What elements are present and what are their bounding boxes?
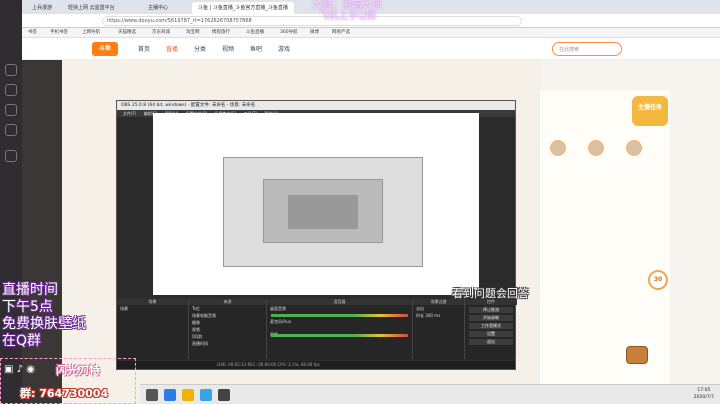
- menu-file[interactable]: 文件(F): [123, 111, 136, 116]
- nav-live[interactable]: 直播: [166, 44, 178, 53]
- source-item[interactable]: 场景电脑音频: [189, 312, 266, 319]
- nav-yuba[interactable]: 鱼吧: [250, 44, 262, 53]
- transition-select[interactable]: 淡出: [413, 305, 464, 312]
- search-placeholder: 在此搜索: [559, 47, 580, 53]
- mixer-track: 麦克风/Aux: [270, 319, 291, 324]
- room-right-panel: [540, 90, 670, 390]
- obs-icon[interactable]: [218, 389, 230, 401]
- nav-video[interactable]: 视频: [222, 44, 234, 53]
- taskbar: 17:05 2020/7/7: [140, 384, 720, 404]
- list-icon[interactable]: [5, 150, 17, 162]
- avatar[interactable]: [626, 140, 642, 156]
- settings-icon[interactable]: [5, 104, 17, 116]
- obs-title: OBS 25.0.8 (64 bit, windows) - 配置文件: 未命名…: [117, 101, 515, 110]
- bookmarks-bar: 书签 手机书签 上网导航 天猫精选 京东商城 淘宝网 携程旅行 斗鱼直播 360…: [22, 28, 720, 38]
- level-badge[interactable]: 30: [648, 270, 668, 290]
- bookmark-item[interactable]: 网易严选: [332, 29, 350, 37]
- kuaishou-icon: ◉: [26, 364, 35, 375]
- source-item[interactable]: 摄像: [189, 319, 266, 326]
- bookmark-item[interactable]: 上网导航: [82, 29, 100, 37]
- sources-dock: 来源 Ts位 场景电脑音频 摄像 视频 QQ群 直播时间: [189, 299, 267, 359]
- bookmark-item[interactable]: 京东商城: [152, 29, 170, 37]
- folder-icon[interactable]: [182, 389, 194, 401]
- transitions-dock: 场景过渡 淡出 时长 300 ms: [413, 299, 465, 359]
- source-item[interactable]: Ts位: [189, 305, 266, 312]
- browser-tab[interactable]: 轻快上网 云监盟平台: [62, 2, 121, 14]
- nav-category[interactable]: 分类: [194, 44, 206, 53]
- douyin-icon: ♪: [16, 364, 24, 375]
- browser-icon[interactable]: [164, 389, 176, 401]
- scene-item[interactable]: 场景: [117, 305, 188, 312]
- site-header: 斗鱼 首页 直播 分类 视频 鱼吧 游戏 在此搜索: [22, 38, 720, 60]
- obs-window: OBS 25.0.8 (64 bit, windows) - 配置文件: 未命名…: [116, 100, 517, 370]
- bookmark-item[interactable]: 淘宝网: [186, 29, 200, 37]
- audio-meter[interactable]: [271, 334, 408, 337]
- schedule-line: 直播时间: [2, 282, 58, 298]
- start-icon[interactable]: [146, 389, 158, 401]
- room-left-panel: [22, 60, 62, 404]
- settings-button[interactable]: 设置: [469, 331, 513, 337]
- answer-overlay: 看到问题会回答: [452, 287, 529, 300]
- studio-mode-button[interactable]: 工作室模式: [469, 323, 513, 329]
- scenes-dock: 场景 场景: [117, 299, 189, 359]
- controls-dock: 控件 停止推流 开始录制 工作室模式 设置 退出: [465, 299, 517, 359]
- mixer-track: 桌面音频: [270, 306, 286, 311]
- caption-line: 大鹏：黑暗大师: [312, 0, 382, 11]
- treasure-chest-icon[interactable]: [626, 346, 648, 364]
- browser-tab[interactable]: 上兵漫游: [26, 2, 58, 14]
- bilibili-icon: ▣: [4, 364, 14, 375]
- bookmark-item[interactable]: 天猫精选: [118, 29, 136, 37]
- clock: 17:05 2020/7/7: [694, 387, 714, 401]
- mixer-dock: 混音器 桌面音频 麦克风/Aux 视频: [267, 299, 413, 359]
- social-icons: ▣ ♪ ◉: [4, 364, 35, 375]
- obs-status-bar: LIVE: 00:05:13 REC: 00:00:00 CPU: 2.1%, …: [117, 361, 515, 369]
- clock-date: 2020/7/7: [693, 395, 714, 400]
- browser-tab[interactable]: 主播中心: [142, 2, 174, 14]
- douyu-logo[interactable]: 斗鱼: [92, 42, 118, 56]
- schedule-line: 下午5点: [2, 299, 53, 315]
- brand-name: 闪光刀特: [56, 364, 100, 377]
- nested-preview: [288, 195, 358, 229]
- obs-docks: 场景 场景 来源 Ts位 场景电脑音频 摄像 视频 QQ群 直播时间 混音器 桌…: [117, 299, 517, 359]
- anchor-task-badge[interactable]: 主播任务: [632, 96, 668, 126]
- chat-icon[interactable]: [5, 84, 17, 96]
- qq-group: 群: 764730004: [20, 387, 109, 400]
- source-item[interactable]: 视频: [189, 326, 266, 333]
- bookmark-item[interactable]: 书签: [28, 29, 37, 37]
- avatar[interactable]: [550, 140, 566, 156]
- clock-time: 17:05: [697, 388, 711, 393]
- source-item[interactable]: QQ群: [189, 333, 266, 340]
- gift-icon[interactable]: [5, 124, 17, 136]
- bookmark-item[interactable]: 手机书签: [50, 29, 68, 37]
- exit-button[interactable]: 退出: [469, 339, 513, 345]
- app-icon[interactable]: [200, 389, 212, 401]
- home-icon[interactable]: [5, 64, 17, 76]
- bookmark-item[interactable]: 斗鱼直播: [246, 29, 264, 37]
- avatar[interactable]: [588, 140, 604, 156]
- obs-preview[interactable]: [153, 113, 479, 295]
- stop-stream-button[interactable]: 停止推流: [469, 307, 513, 313]
- bookmark-item[interactable]: 携程旅行: [212, 29, 230, 37]
- browser-tab-active[interactable]: 斗鱼 | 斗鱼直播_斗鱼官方直播_斗鱼直播: [192, 2, 294, 14]
- caption-line: 飞机上手Q期: [318, 11, 376, 22]
- schedule-line: 在Q群: [2, 333, 42, 349]
- search-input[interactable]: 在此搜索: [552, 42, 622, 56]
- audio-meter[interactable]: [271, 314, 408, 317]
- schedule-overlay: 直播时间 下午5点 免费换肤壁纸 在Q群: [2, 282, 86, 350]
- nav-game[interactable]: 游戏: [278, 44, 290, 53]
- source-item[interactable]: 直播时间: [189, 340, 266, 347]
- transition-duration[interactable]: 时长 300 ms: [413, 312, 464, 319]
- nav-home[interactable]: 首页: [138, 44, 150, 53]
- top-caption: 大鹏：黑暗大师 飞机上手Q期: [312, 0, 382, 22]
- schedule-line: 免费换肤壁纸: [2, 316, 86, 332]
- bookmark-item[interactable]: 360导航: [280, 29, 298, 37]
- start-record-button[interactable]: 开始录制: [469, 315, 513, 321]
- bookmark-item[interactable]: 微博: [310, 29, 319, 37]
